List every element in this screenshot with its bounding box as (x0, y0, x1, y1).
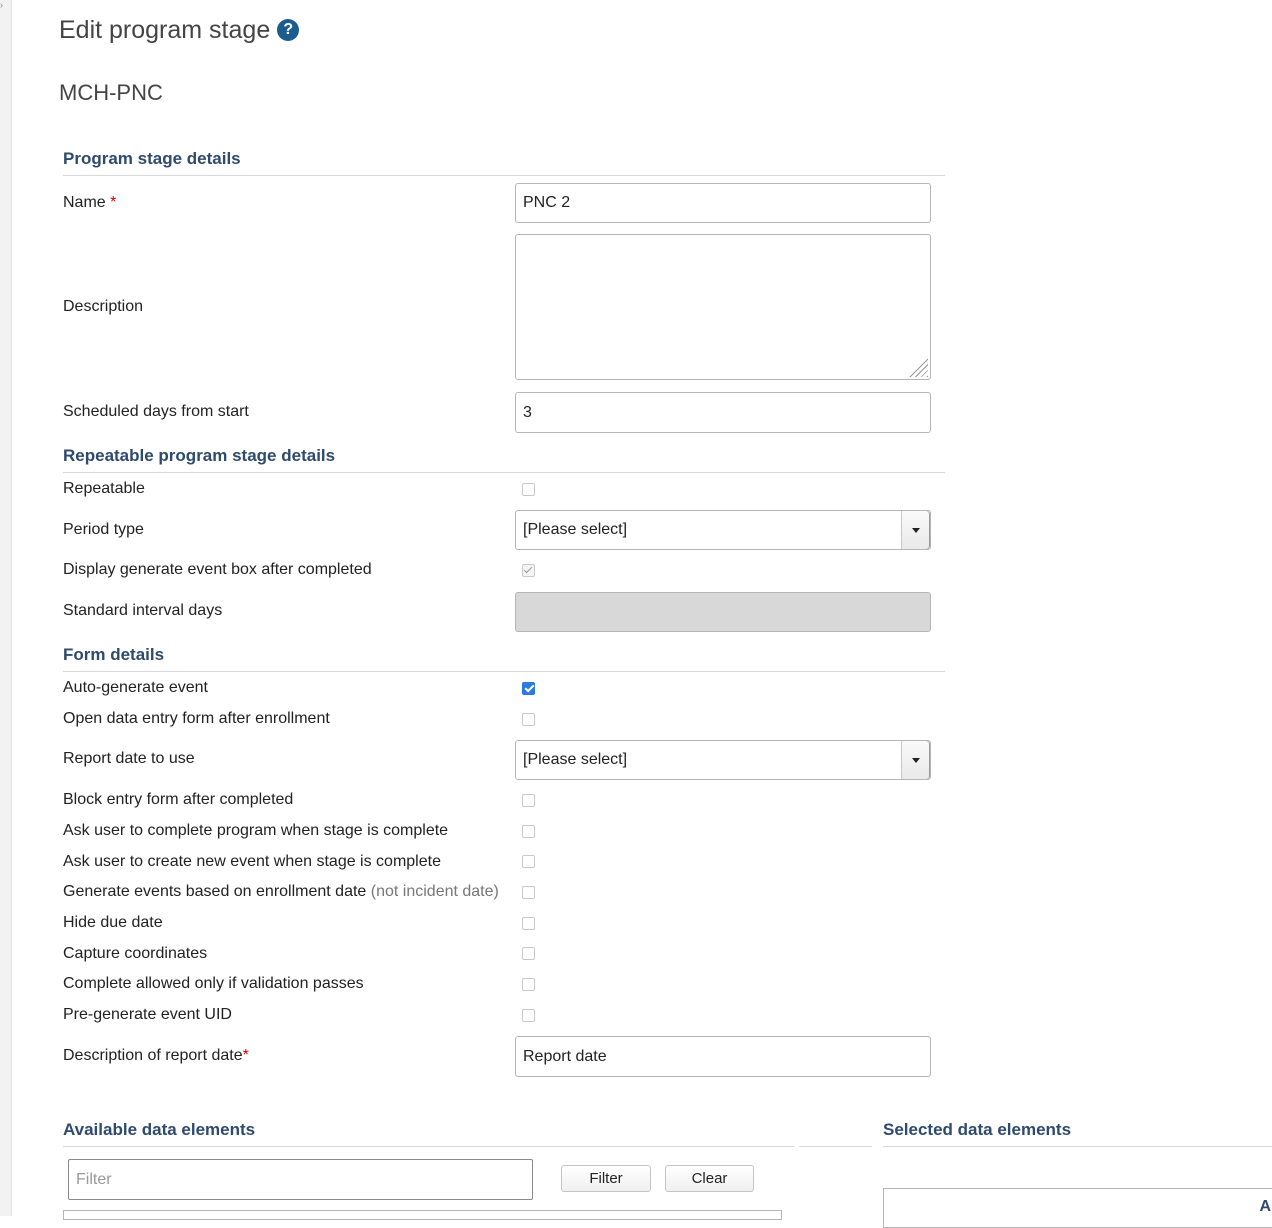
period-type-value: [Please select] (523, 521, 628, 538)
hide-due-date-label: Hide due date (63, 914, 163, 931)
pre-generate-uid-label: Pre-generate event UID (63, 1006, 232, 1023)
capture-coordinates-label: Capture coordinates (63, 945, 208, 962)
display-generate-event-checkbox (522, 564, 535, 577)
block-entry-form-checkbox[interactable] (522, 794, 535, 807)
ask-complete-program-checkbox[interactable] (522, 825, 535, 838)
description-textarea[interactable] (515, 234, 931, 380)
page-title: Edit program stage ? (59, 14, 300, 46)
page-title-text: Edit program stage (59, 16, 271, 44)
standard-interval-input (515, 592, 931, 632)
auto-generate-event-label: Auto-generate event (63, 679, 208, 696)
clear-button[interactable]: Clear (665, 1165, 754, 1192)
section-divider (63, 175, 945, 176)
section-divider (63, 671, 945, 672)
list-header-text: A (1259, 1198, 1271, 1215)
generate-events-enrollment-label: Generate events based on enrollment date… (63, 883, 499, 900)
period-type-select[interactable]: [Please select] (515, 510, 931, 550)
section-divider (883, 1146, 1272, 1147)
report-date-to-use-select[interactable]: [Please select] (515, 740, 931, 780)
section-divider (63, 1146, 795, 1147)
report-date-description-input[interactable] (515, 1036, 931, 1077)
required-marker: * (242, 1047, 249, 1064)
note-text: (not incident date) (370, 883, 499, 900)
section-selected-data-elements: Selected data elements (883, 1120, 1072, 1139)
name-label: Name * (63, 194, 117, 211)
generate-events-enrollment-checkbox[interactable] (522, 886, 535, 899)
display-generate-event-label: Display generate event box after complet… (63, 561, 372, 578)
report-date-to-use-value: [Please select] (523, 751, 628, 768)
period-type-label: Period type (63, 521, 144, 538)
auto-generate-event-checkbox[interactable] (522, 682, 535, 695)
ask-complete-program-label: Ask user to complete program when stage … (63, 822, 449, 839)
required-marker: * (110, 194, 117, 211)
help-icon[interactable]: ? (277, 19, 300, 41)
report-date-description-label: Description of report date* (63, 1047, 249, 1064)
open-data-entry-checkbox[interactable] (522, 713, 535, 726)
program-name: MCH-PNC (59, 80, 163, 105)
report-date-to-use-label: Report date to use (63, 750, 195, 767)
open-data-entry-label: Open data entry form after enrollment (63, 710, 330, 727)
pre-generate-uid-checkbox[interactable] (522, 1009, 535, 1022)
selected-data-elements-list[interactable]: A (883, 1188, 1272, 1228)
scheduled-days-input[interactable] (515, 392, 931, 433)
repeatable-checkbox[interactable] (522, 483, 535, 496)
caret-down-icon (912, 757, 920, 763)
section-divider (799, 1146, 872, 1147)
standard-interval-label: Standard interval days (63, 602, 223, 619)
left-rail: › (0, 0, 12, 1216)
complete-allowed-validation-label: Complete allowed only if validation pass… (63, 975, 364, 992)
name-input[interactable] (515, 183, 931, 223)
section-program-stage-details: Program stage details (63, 149, 241, 168)
description-label: Description (63, 298, 144, 315)
capture-coordinates-checkbox[interactable] (522, 947, 535, 960)
ask-create-new-event-label: Ask user to create new event when stage … (63, 853, 441, 870)
complete-allowed-validation-checkbox[interactable] (522, 978, 535, 991)
section-repeatable-details: Repeatable program stage details (63, 446, 336, 465)
collapse-arrow-icon[interactable]: › (0, 0, 6, 10)
section-divider (63, 472, 945, 473)
filter-button[interactable]: Filter (561, 1165, 651, 1192)
dropdown-button[interactable] (901, 511, 930, 549)
repeatable-label: Repeatable (63, 480, 145, 497)
ask-create-new-event-checkbox[interactable] (522, 855, 535, 868)
scheduled-days-label: Scheduled days from start (63, 403, 249, 420)
dropdown-button[interactable] (901, 741, 930, 779)
section-available-data-elements: Available data elements (63, 1120, 256, 1139)
filter-input[interactable] (68, 1159, 533, 1200)
section-form-details: Form details (63, 645, 165, 664)
available-data-elements-list[interactable] (63, 1210, 782, 1220)
caret-down-icon (912, 527, 920, 533)
hide-due-date-checkbox[interactable] (522, 917, 535, 930)
block-entry-form-label: Block entry form after completed (63, 791, 294, 808)
